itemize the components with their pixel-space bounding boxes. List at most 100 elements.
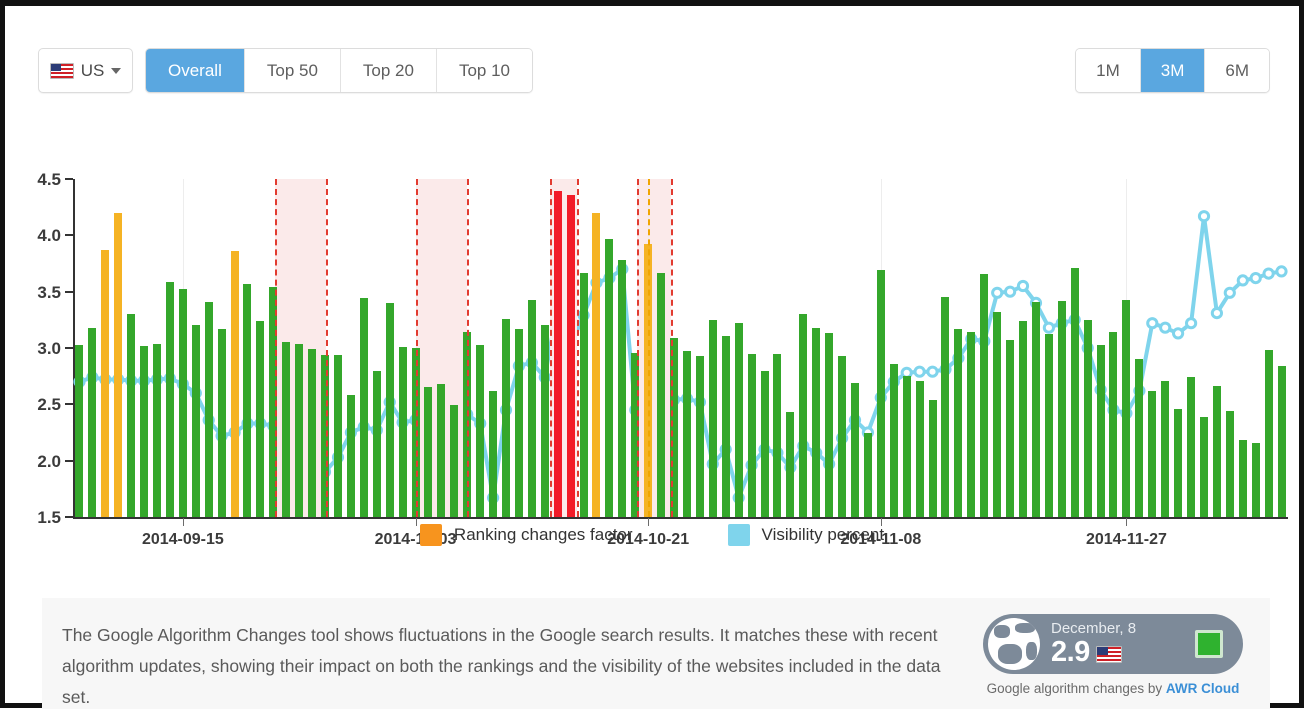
chart-bar[interactable] <box>954 328 963 517</box>
chart-bar[interactable] <box>88 327 97 517</box>
chart-bar[interactable] <box>230 251 239 517</box>
chart-bar[interactable] <box>1199 416 1208 517</box>
chart-bar[interactable] <box>127 314 136 517</box>
chart-bar[interactable] <box>876 270 885 517</box>
chart-bar[interactable] <box>825 333 834 517</box>
chart-bar[interactable] <box>256 320 265 517</box>
country-selector[interactable]: US <box>38 48 133 93</box>
chart-bar[interactable] <box>514 328 523 517</box>
chart-bar[interactable] <box>501 318 510 517</box>
tab-range-3m[interactable]: 3M <box>1140 49 1206 92</box>
chart-bar[interactable] <box>747 353 756 517</box>
visibility-point[interactable] <box>1159 321 1172 334</box>
chart-bar[interactable] <box>980 273 989 517</box>
tab-top-10[interactable]: Top 10 <box>436 49 532 92</box>
chart-bar[interactable] <box>140 345 149 517</box>
visibility-point[interactable] <box>1249 272 1262 285</box>
chart-bar[interactable] <box>618 260 627 517</box>
chart-bar[interactable] <box>838 355 847 517</box>
chart-bar[interactable] <box>114 212 123 517</box>
chart-bar[interactable] <box>1161 380 1170 517</box>
chart-bar[interactable] <box>605 238 614 517</box>
chart-bar[interactable] <box>734 323 743 517</box>
chart-bar[interactable] <box>385 302 394 517</box>
chart-bar[interactable] <box>282 342 291 517</box>
chart-bar[interactable] <box>359 298 368 517</box>
chart-bar[interactable] <box>773 353 782 517</box>
visibility-point[interactable] <box>1223 286 1236 299</box>
chart-bar[interactable] <box>295 343 304 517</box>
chart-bar[interactable] <box>566 194 575 517</box>
chart-bar[interactable] <box>75 344 84 517</box>
chart-bar[interactable] <box>1006 340 1015 517</box>
visibility-point[interactable] <box>1004 285 1017 298</box>
tab-top-50[interactable]: Top 50 <box>244 49 341 92</box>
chart-bar[interactable] <box>178 289 187 517</box>
tab-range-1m[interactable]: 1M <box>1076 49 1141 92</box>
chart-bar[interactable] <box>1057 300 1066 517</box>
chart-bar[interactable] <box>721 335 730 517</box>
tab-overall[interactable]: Overall <box>146 49 245 92</box>
chart-bar[interactable] <box>1070 268 1079 517</box>
visibility-point[interactable] <box>1042 321 1056 334</box>
chart-bar[interactable] <box>243 283 252 517</box>
chart-bar[interactable] <box>695 355 704 517</box>
chart-bar[interactable] <box>1031 301 1040 517</box>
chart-bar[interactable] <box>308 349 317 517</box>
chart-bar[interactable] <box>437 384 446 517</box>
chart-bar[interactable] <box>1187 377 1196 517</box>
visibility-point[interactable] <box>1197 210 1211 223</box>
tab-range-6m[interactable]: 6M <box>1205 49 1269 92</box>
chart-bar[interactable] <box>682 351 691 517</box>
chart-bar[interactable] <box>1109 332 1118 517</box>
chart-bar[interactable] <box>941 297 950 517</box>
chart-bar[interactable] <box>657 272 666 517</box>
chart-bar[interactable] <box>489 390 498 517</box>
visibility-point[interactable] <box>1185 317 1198 330</box>
chart-bar[interactable] <box>398 346 407 517</box>
awr-score-widget[interactable]: December, 8 2.9 <box>983 614 1243 674</box>
chart-bar[interactable] <box>1251 442 1260 517</box>
chart-bar[interactable] <box>1019 320 1028 517</box>
chart-bar[interactable] <box>191 325 200 517</box>
chart-bar[interactable] <box>1135 359 1144 517</box>
chart-bar[interactable] <box>799 314 808 517</box>
chart-bar[interactable] <box>812 327 821 517</box>
chart-bar[interactable] <box>1083 319 1092 517</box>
chart-bar[interactable] <box>372 370 381 517</box>
chart-bar[interactable] <box>204 301 213 517</box>
visibility-point[interactable] <box>1275 265 1288 278</box>
chart-bar[interactable] <box>346 395 355 517</box>
chart-bar[interactable] <box>1238 440 1247 517</box>
chart-bar[interactable] <box>333 354 342 517</box>
visibility-point[interactable] <box>1172 327 1185 340</box>
awr-cloud-link[interactable]: AWR Cloud <box>1166 681 1240 696</box>
chart-bar[interactable] <box>1044 334 1053 517</box>
chart-bar[interactable] <box>1225 411 1234 517</box>
chart-bar[interactable] <box>928 399 937 517</box>
chart-bar[interactable] <box>579 272 588 517</box>
visibility-point[interactable] <box>1016 279 1030 293</box>
visibility-point[interactable] <box>1236 274 1249 287</box>
chart-bar[interactable] <box>450 405 459 517</box>
chart-bar[interactable] <box>527 299 536 517</box>
chart-bar[interactable] <box>553 191 562 517</box>
visibility-point[interactable] <box>1210 307 1224 320</box>
chart-bar[interactable] <box>1264 350 1273 517</box>
visibility-point[interactable] <box>991 286 1004 299</box>
chart-bar[interactable] <box>1277 366 1286 517</box>
chart-bar[interactable] <box>760 370 769 517</box>
chart-bar[interactable] <box>1122 299 1131 517</box>
chart-bar[interactable] <box>153 343 161 517</box>
chart-bar[interactable] <box>476 344 485 517</box>
tab-top-20[interactable]: Top 20 <box>340 49 437 92</box>
chart-bar[interactable] <box>708 319 717 517</box>
chart-bar[interactable] <box>165 281 174 517</box>
visibility-point[interactable] <box>1262 267 1275 280</box>
chart-bar[interactable] <box>850 382 859 517</box>
visibility-point[interactable] <box>1146 317 1159 330</box>
chart-bar[interactable] <box>1148 390 1157 517</box>
chart-bar[interactable] <box>786 412 795 517</box>
chart-bar[interactable] <box>1174 408 1183 517</box>
chart-bar[interactable] <box>540 325 549 517</box>
